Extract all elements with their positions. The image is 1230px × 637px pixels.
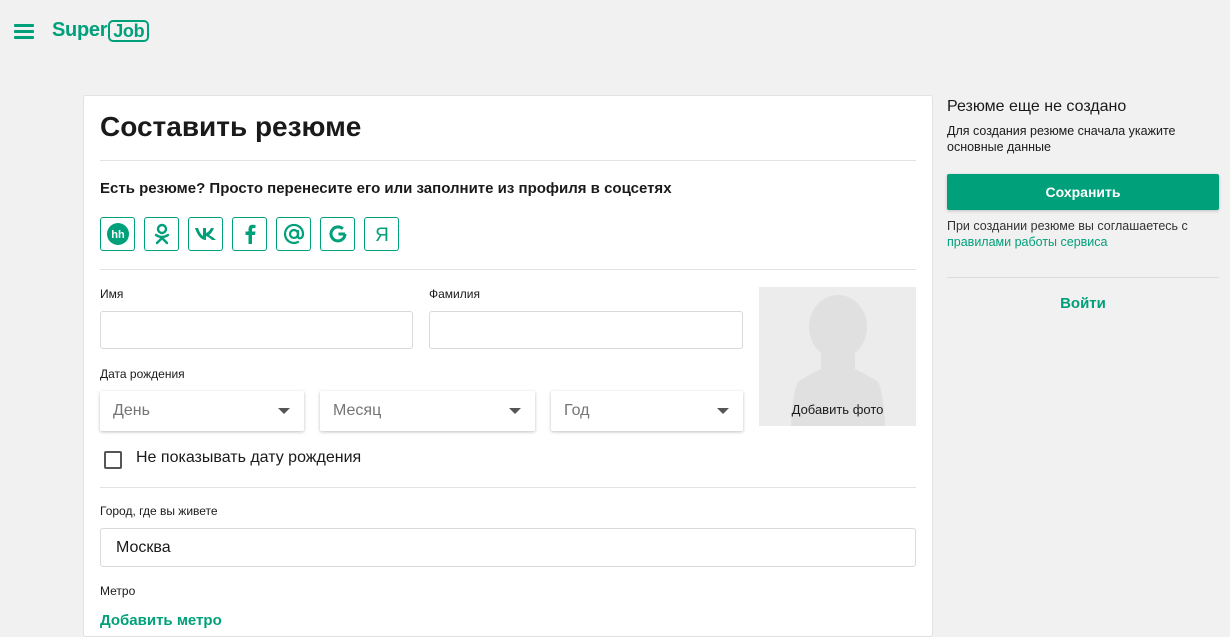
social-import-buttons: hh Я bbox=[100, 217, 399, 251]
sidebar-title: Резюме еще не создано bbox=[947, 98, 1127, 115]
odnoklassniki-button[interactable] bbox=[144, 217, 179, 251]
last-name-label: Фамилия bbox=[429, 287, 480, 301]
year-select-value: Год bbox=[564, 402, 590, 419]
day-select[interactable]: День bbox=[100, 391, 304, 431]
month-select-value: Месяц bbox=[333, 402, 382, 419]
hh-button[interactable]: hh bbox=[100, 217, 135, 251]
hide-birthdate-label[interactable]: Не показывать дату рождения bbox=[136, 449, 361, 467]
agreement-text: При создании резюме вы соглашаетесь с пр… bbox=[947, 218, 1219, 250]
mail-icon bbox=[283, 223, 304, 245]
facebook-icon bbox=[245, 224, 255, 244]
mail-button[interactable] bbox=[276, 217, 311, 251]
yandex-button[interactable]: Я bbox=[364, 217, 399, 251]
divider bbox=[947, 277, 1219, 278]
chevron-down-icon bbox=[509, 408, 521, 414]
svg-text:hh: hh bbox=[111, 229, 125, 241]
last-name-input[interactable] bbox=[429, 311, 743, 349]
day-select-value: День bbox=[113, 402, 150, 419]
hh-icon: hh bbox=[106, 223, 129, 245]
save-button[interactable]: Сохранить bbox=[947, 174, 1219, 210]
year-select[interactable]: Год bbox=[551, 391, 743, 431]
vk-icon bbox=[194, 228, 216, 240]
import-text: Есть резюме? Просто перенесите его или з… bbox=[100, 180, 672, 197]
hide-birthdate-checkbox[interactable] bbox=[104, 451, 122, 469]
vk-button[interactable] bbox=[188, 217, 223, 251]
svg-text:Я: Я bbox=[375, 225, 389, 245]
odnoklassniki-icon bbox=[154, 223, 169, 245]
top-bar: Super Job bbox=[0, 0, 1230, 62]
login-button[interactable]: Войти bbox=[947, 295, 1219, 312]
superjob-logo[interactable]: Super Job bbox=[52, 19, 150, 42]
facebook-button[interactable] bbox=[232, 217, 267, 251]
first-name-input[interactable] bbox=[100, 311, 413, 349]
page-title: Составить резюме bbox=[100, 111, 362, 142]
city-input[interactable]: Москва bbox=[100, 528, 916, 567]
metro-label: Метро bbox=[100, 584, 136, 598]
logo-text: Super bbox=[52, 19, 108, 41]
month-select[interactable]: Месяц bbox=[320, 391, 535, 431]
divider bbox=[100, 269, 916, 270]
menu-icon[interactable] bbox=[14, 24, 34, 39]
divider bbox=[100, 160, 916, 161]
agreement-prefix: При создании резюме вы соглашаетесь с bbox=[947, 219, 1188, 233]
resume-form-card: Составить резюме Есть резюме? Просто пер… bbox=[83, 95, 933, 637]
chevron-down-icon bbox=[717, 408, 729, 414]
sidebar-description: Для создания резюме сначала укажите осно… bbox=[947, 124, 1176, 154]
divider bbox=[100, 487, 916, 488]
add-photo-button[interactable]: Добавить фото bbox=[759, 287, 916, 426]
logo-job: Job bbox=[108, 19, 150, 42]
chevron-down-icon bbox=[278, 408, 290, 414]
google-button[interactable] bbox=[320, 217, 355, 251]
first-name-label: Имя bbox=[100, 287, 124, 301]
city-label: Город, где вы живете bbox=[100, 504, 218, 518]
add-metro-link[interactable]: Добавить метро bbox=[100, 612, 222, 629]
birthdate-label: Дата рождения bbox=[100, 367, 185, 381]
add-photo-label: Добавить фото bbox=[791, 402, 884, 417]
google-icon bbox=[329, 225, 346, 243]
service-rules-link[interactable]: правилами работы сервиса bbox=[947, 235, 1108, 249]
yandex-icon: Я bbox=[375, 225, 389, 245]
